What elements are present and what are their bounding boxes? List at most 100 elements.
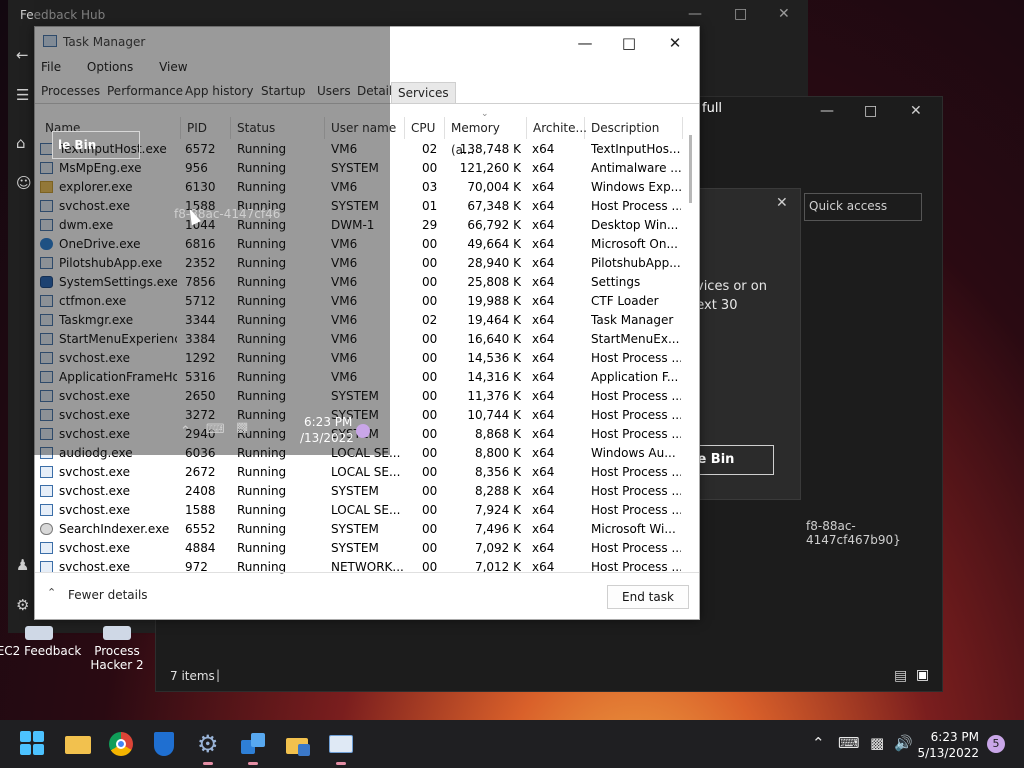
keyboard-icon[interactable]: ⌨	[838, 734, 860, 752]
hamburger-icon[interactable]: ☰	[16, 86, 29, 104]
ghost-keyboard-icon: ⌨	[206, 422, 225, 437]
show-hidden-icons-chevron-icon[interactable]: ⌃	[812, 734, 825, 752]
tiles-view-icon[interactable]: ▣	[916, 667, 929, 683]
process-name: svchost.exe	[59, 503, 130, 517]
account-icon[interactable]: ♟	[16, 556, 29, 574]
ghost-clock-time: 6:23 PM	[304, 415, 353, 429]
notification-badge[interactable]: 5	[987, 735, 1005, 753]
process-arch: x64	[532, 541, 555, 555]
process-description: Task Manager	[591, 313, 674, 327]
process-description: StartMenuEx...	[591, 332, 680, 346]
details-view-icon[interactable]: ▤	[894, 668, 907, 684]
process-cpu: 00	[422, 408, 438, 422]
process-description: Host Process ...	[591, 503, 681, 517]
process-cpu: 00	[422, 161, 438, 175]
process-user: SYSTEM	[331, 522, 379, 536]
process-hacker-icon	[103, 626, 131, 640]
process-arch: x64	[532, 218, 555, 232]
process-arch: x64	[532, 351, 555, 365]
volume-icon[interactable]: 🔊	[894, 734, 913, 752]
scrollbar-thumb[interactable]	[689, 135, 692, 203]
minimize-button[interactable]: —	[688, 6, 702, 22]
process-description: TextInputHos...	[591, 142, 681, 156]
process-name: svchost.exe	[59, 465, 130, 479]
process-cpu: 29	[422, 218, 438, 232]
tab-services[interactable]: Services	[391, 82, 456, 103]
file-explorer-icon[interactable]	[64, 730, 92, 758]
scrollbar[interactable]	[685, 129, 693, 569]
ec2-feedback-icon	[25, 626, 53, 640]
table-row[interactable]: svchost.exe 2408 Running SYSTEM 00 8,288 K x64…	[35, 482, 681, 501]
defender-icon[interactable]	[150, 730, 178, 758]
process-description: Host Process ...	[591, 389, 681, 403]
process-cpu: 03	[422, 180, 438, 194]
close-button[interactable]: ✕	[910, 103, 922, 119]
process-memory: 49,664 K	[467, 237, 521, 251]
process-arch: x64	[532, 465, 555, 479]
process-description: CTF Loader	[591, 294, 659, 308]
process-arch: x64	[532, 389, 555, 403]
process-user: SYSTEM	[331, 541, 379, 555]
minimize-button[interactable]: —	[567, 31, 603, 55]
process-description: Settings	[591, 275, 641, 289]
process-cpu: 00	[422, 332, 438, 346]
ghost-display-icon: ▩	[236, 420, 249, 435]
table-row[interactable]: svchost.exe 1588 Running LOCAL SE... 00 7,924…	[35, 501, 681, 520]
process-arch: x64	[532, 427, 555, 441]
settings-gear-icon[interactable]: ⚙	[16, 596, 29, 614]
process-arch: x64	[532, 484, 555, 498]
column-cpu[interactable]: CPU	[405, 117, 445, 139]
fewer-details-link[interactable]: Fewer details	[68, 588, 148, 602]
chevron-up-icon[interactable]: ⌃	[47, 586, 56, 599]
process-user: LOCAL SE...	[331, 465, 401, 479]
task-manager-icon[interactable]	[327, 730, 355, 765]
process-arch: x64	[532, 142, 555, 156]
process-name: svchost.exe	[59, 484, 130, 498]
process-cpu: 00	[422, 522, 438, 536]
maximize-button[interactable]: □	[611, 31, 647, 55]
process-memory: 16,640 K	[467, 332, 521, 346]
process-user: LOCAL SE...	[331, 503, 401, 517]
remote-desktop-icon[interactable]	[239, 730, 267, 765]
column-memory[interactable]: Memory (a...	[445, 117, 527, 157]
column-description[interactable]: Description	[585, 117, 683, 139]
desktop-icon-process-hacker[interactable]: Process Hacker 2	[72, 626, 162, 672]
process-cpu: 00	[422, 503, 438, 517]
home-icon[interactable]: ⌂	[16, 134, 26, 152]
process-status: Running	[237, 484, 287, 498]
maximize-button[interactable]: □	[864, 103, 877, 119]
minimize-button[interactable]: —	[820, 103, 834, 119]
network-icon[interactable]: ▩	[870, 734, 884, 752]
start-icon[interactable]	[19, 730, 47, 758]
process-memory: 10,744 K	[467, 408, 521, 422]
back-arrow-icon[interactable]: ←	[16, 46, 29, 64]
process-description: Host Process ...	[591, 484, 681, 498]
process-description: Microsoft On...	[591, 237, 678, 251]
process-pid: 1588	[185, 503, 216, 517]
settings-icon[interactable]: ⚙	[194, 730, 222, 765]
process-memory: 14,536 K	[467, 351, 521, 365]
empty-recycle-bin-button[interactable]: le Bin	[688, 445, 774, 475]
feedback-icon[interactable]: ☺	[16, 174, 32, 192]
table-row[interactable]: svchost.exe 2672 Running LOCAL SE... 00 8,356…	[35, 463, 681, 482]
process-arch: x64	[532, 294, 555, 308]
quick-access-search-input[interactable]: Quick access	[804, 193, 922, 221]
process-cpu: 00	[422, 389, 438, 403]
close-button[interactable]: ✕	[778, 6, 790, 22]
process-cpu: 00	[422, 294, 438, 308]
chrome-icon[interactable]	[107, 730, 135, 758]
process-description: Antimalware ...	[591, 161, 681, 175]
close-button[interactable]: ✕	[657, 31, 693, 55]
folder-notes-icon[interactable]	[284, 730, 312, 758]
table-row[interactable]: SearchIndexer.exe 6552 Running SYSTEM 00 7,49…	[35, 520, 681, 539]
process-arch: x64	[532, 256, 555, 270]
end-task-button[interactable]: End task	[607, 585, 689, 609]
maximize-button[interactable]: □	[734, 6, 747, 22]
clock[interactable]: 6:23 PM 5/13/2022	[917, 729, 979, 761]
table-row[interactable]: svchost.exe 4884 Running SYSTEM 00 7,092 K x64…	[35, 539, 681, 558]
guid-text: f8-88ac-4147cf467b90}	[806, 519, 901, 547]
process-description: Host Process ...	[591, 351, 681, 365]
desktop-icon-label: EC2 Feedback	[0, 644, 82, 658]
dialog-close-icon[interactable]: ✕	[776, 195, 788, 211]
column-architecture[interactable]: Archite...	[527, 117, 587, 139]
